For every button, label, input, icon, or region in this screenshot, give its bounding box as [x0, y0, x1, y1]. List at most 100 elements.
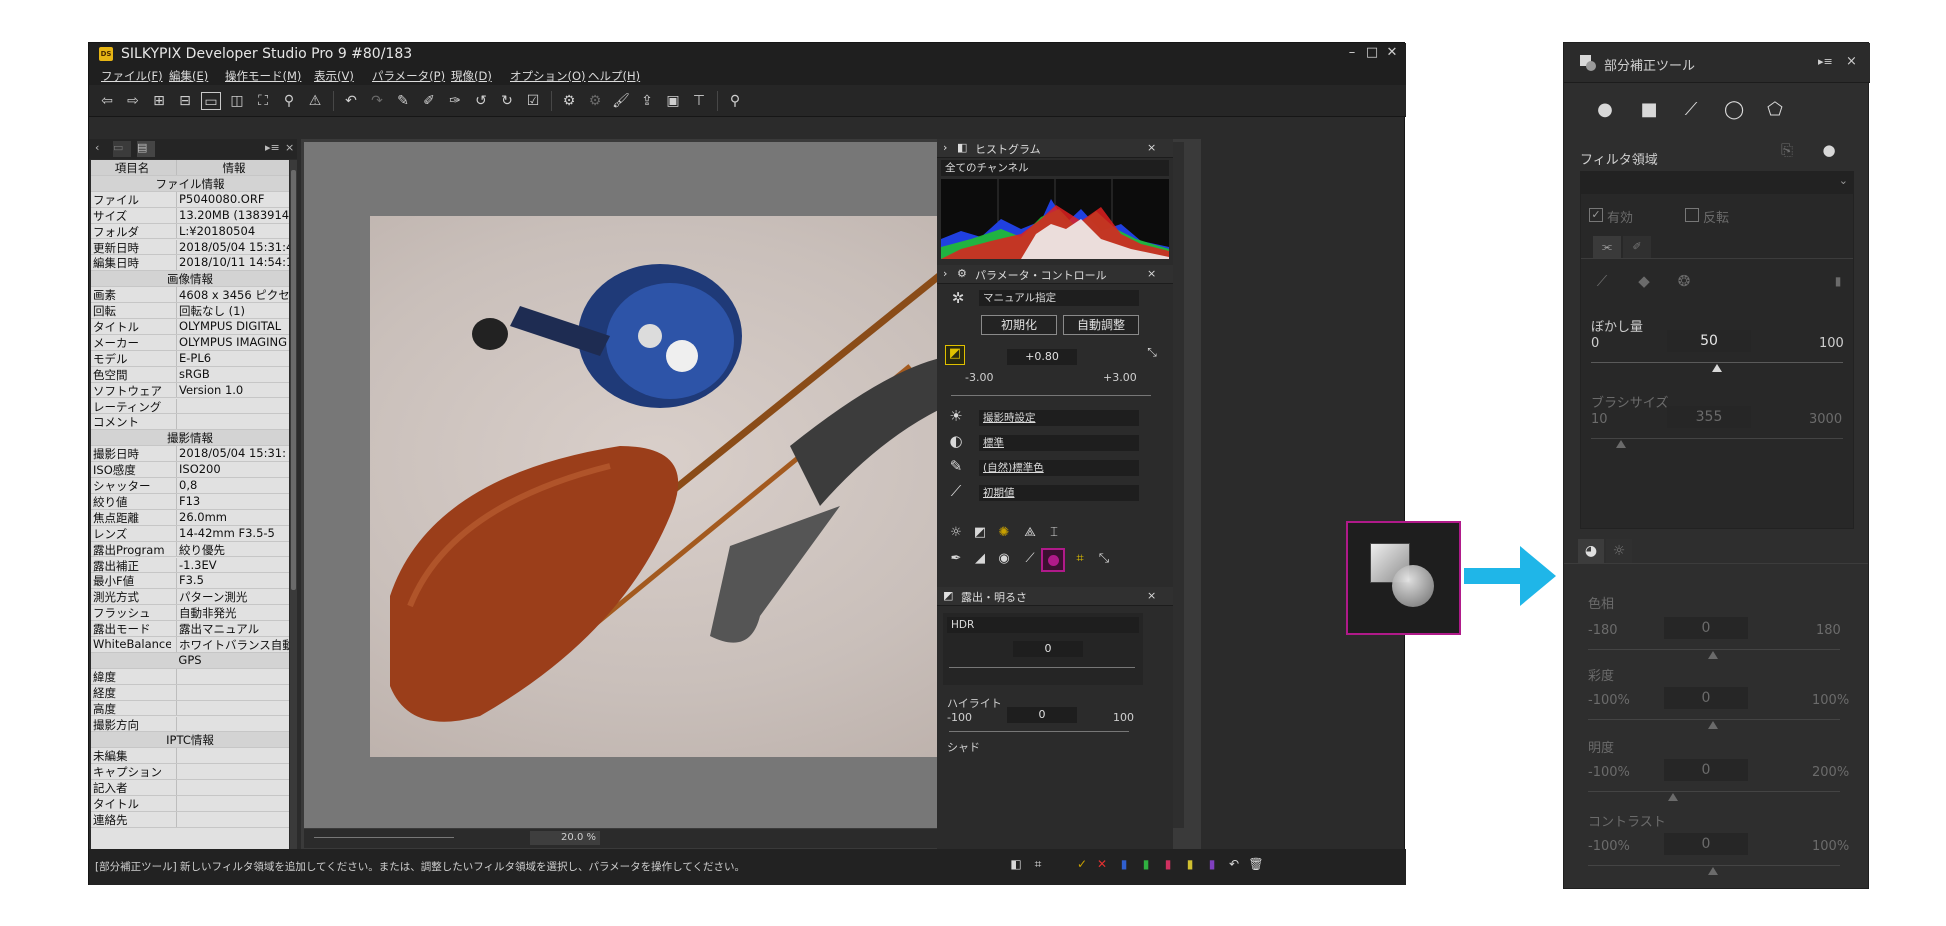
- menu-parameter[interactable]: パラメータ(P): [372, 68, 445, 84]
- brush-size-slider[interactable]: [1591, 438, 1843, 439]
- init-button[interactable]: 初期化: [981, 315, 1057, 335]
- zoom-icon[interactable]: ⚲: [279, 92, 299, 110]
- info-row[interactable]: 緯度: [91, 668, 289, 685]
- filmstrip-view-icon[interactable]: ⊟: [175, 92, 195, 110]
- hue-slider[interactable]: [1588, 649, 1840, 650]
- auto-mask-icon[interactable]: ❂: [1675, 272, 1693, 290]
- menu-option[interactable]: オプション(O): [510, 68, 586, 84]
- info-row[interactable]: モデル E-PL6: [91, 350, 289, 367]
- info-row[interactable]: フォルダ L:¥20180504: [91, 223, 289, 240]
- enabled-checkbox[interactable]: ✓: [1589, 208, 1603, 222]
- histogram-channel-select[interactable]: 全てのチャンネル: [941, 160, 1169, 176]
- info-row[interactable]: レーティング: [91, 398, 289, 415]
- crop-status-icon[interactable]: ⌗: [1029, 857, 1047, 872]
- compare-icon[interactable]: ◧: [1007, 857, 1025, 871]
- info-row[interactable]: 露出モード 露出マニュアル: [91, 621, 289, 637]
- sharp-select[interactable]: 初期値: [979, 485, 1139, 501]
- close-button[interactable]: ✕: [1383, 45, 1401, 60]
- info-row[interactable]: メーカー OLYMPUS IMAGING: [91, 334, 289, 351]
- info-row[interactable]: タイトル OLYMPUS DIGITAL: [91, 319, 289, 335]
- copy-filter-icon[interactable]: ⎘: [1778, 141, 1796, 159]
- menu-help[interactable]: ヘルプ(H): [588, 68, 640, 84]
- info-row[interactable]: タイトル: [91, 796, 289, 812]
- contrast-slider[interactable]: [1588, 865, 1840, 866]
- undo-icon[interactable]: ↶: [341, 92, 361, 110]
- tone-select[interactable]: 標準: [979, 435, 1139, 451]
- hue-slider-thumb[interactable]: [1708, 651, 1718, 659]
- prev-image-icon[interactable]: ⇦: [97, 92, 117, 110]
- contrast-spinner[interactable]: 0: [1664, 833, 1748, 855]
- highlight-spinner[interactable]: 0: [1007, 707, 1077, 723]
- grid-view-icon[interactable]: ⊞: [149, 92, 169, 110]
- crop-icon[interactable]: ⌗: [1071, 551, 1089, 566]
- tag-blue-icon[interactable]: ▮: [1115, 857, 1133, 871]
- info-row[interactable]: 高度: [91, 700, 289, 717]
- info-row[interactable]: 編集日時 2018/10/11 14:54:1: [91, 255, 289, 272]
- lightness-slider-thumb[interactable]: [1668, 793, 1678, 801]
- hue-spinner[interactable]: 0: [1664, 617, 1748, 639]
- info-row[interactable]: 焦点距離 26.0mm: [91, 509, 289, 526]
- exposure-spinner[interactable]: +0.80: [1007, 349, 1077, 365]
- sharpness-icon[interactable]: ⟁: [1021, 525, 1039, 540]
- partial-correction-tool-icon[interactable]: [1041, 548, 1065, 572]
- info-row[interactable]: 記入者: [91, 780, 289, 796]
- zoom-level[interactable]: 20.0 %: [530, 831, 600, 845]
- bracket-icon[interactable]: ⌶: [1045, 525, 1063, 540]
- reject-icon[interactable]: ✕: [1093, 857, 1111, 871]
- develop-icon[interactable]: ⚙: [559, 92, 579, 110]
- info-row[interactable]: 撮影日時 2018/05/04 15:31:: [91, 446, 289, 463]
- info-row[interactable]: フラッシュ 自動非発光: [91, 605, 289, 622]
- eye-icon[interactable]: ◉: [995, 551, 1013, 566]
- edit-tab-icon[interactable]: ✐: [1623, 236, 1651, 258]
- panel-close-icon[interactable]: ×: [1147, 589, 1156, 602]
- wb-select[interactable]: 撮影時設定: [979, 410, 1139, 426]
- chevron-left-icon[interactable]: ‹: [95, 141, 99, 154]
- menu-file[interactable]: ファイル(F): [101, 68, 163, 84]
- brush-filter-icon[interactable]: ⟋: [1682, 99, 1700, 120]
- rect-filter-icon[interactable]: ■: [1640, 99, 1658, 120]
- auto-adjust-button[interactable]: 自動調整: [1063, 315, 1139, 335]
- blur-slider[interactable]: [1591, 362, 1843, 363]
- mark-icon[interactable]: ☑: [523, 92, 543, 110]
- info-icon[interactable]: ▤: [137, 141, 155, 157]
- develop-all-icon[interactable]: ⚙: [585, 92, 605, 110]
- info-section-header[interactable]: IPTC情報: [91, 732, 289, 749]
- check-mark-icon[interactable]: ✓: [1073, 857, 1091, 871]
- info-row[interactable]: シャッター 0,8: [91, 478, 289, 494]
- add-brush-icon[interactable]: ⟋: [1593, 272, 1611, 290]
- add-filter-icon[interactable]: ●: [1820, 141, 1838, 159]
- exposure-icon[interactable]: ◩: [945, 345, 965, 365]
- info-row[interactable]: 露出補正 -1.3EV: [91, 557, 289, 574]
- filter-area-select[interactable]: ⌄: [1580, 171, 1854, 193]
- brush-icon[interactable]: ⟋: [1021, 551, 1039, 566]
- redo-icon[interactable]: ↷: [367, 92, 387, 110]
- info-row[interactable]: 回転 回転なし (1): [91, 303, 289, 319]
- clear-icon[interactable]: ▮: [1829, 274, 1847, 288]
- export-icon[interactable]: ⇪: [637, 92, 657, 110]
- fullscreen-icon[interactable]: ⛶: [253, 92, 273, 110]
- ellipse-filter-icon[interactable]: ◯: [1724, 99, 1744, 120]
- gradient-icon[interactable]: ◢: [971, 551, 989, 566]
- menu-view[interactable]: 表示(V): [314, 68, 354, 84]
- info-section-header[interactable]: 撮影情報: [91, 430, 289, 447]
- hdr-select[interactable]: HDR: [947, 617, 1139, 633]
- highlight-slider[interactable]: [949, 731, 1129, 732]
- info-scrollbar[interactable]: [290, 160, 297, 849]
- paste-all-icon[interactable]: ✑: [445, 92, 465, 110]
- info-row[interactable]: キャプション: [91, 764, 289, 781]
- preset-select[interactable]: マニュアル指定: [979, 290, 1139, 306]
- tool-icon[interactable]: ⊤: [689, 92, 709, 110]
- blur-spinner[interactable]: 50: [1667, 330, 1751, 352]
- panel-close-icon[interactable]: ×: [285, 141, 294, 154]
- hdr-slider[interactable]: [949, 667, 1135, 668]
- rotate-left-icon[interactable]: ↺: [471, 92, 491, 110]
- info-row[interactable]: 最小F値 F3.5: [91, 573, 289, 590]
- expand-icon[interactable]: ⤡: [1143, 345, 1161, 360]
- info-row[interactable]: 色空間 sRGB: [91, 366, 289, 383]
- trash-icon[interactable]: 🗑: [1247, 857, 1265, 871]
- color-tab-icon[interactable]: ◕: [1578, 539, 1604, 563]
- info-section-header[interactable]: ファイル情報: [91, 175, 289, 192]
- exposure-tab-icon[interactable]: ☼: [1606, 539, 1632, 563]
- info-row[interactable]: 絞り値 F13: [91, 493, 289, 510]
- single-view-icon[interactable]: ▭: [201, 92, 221, 110]
